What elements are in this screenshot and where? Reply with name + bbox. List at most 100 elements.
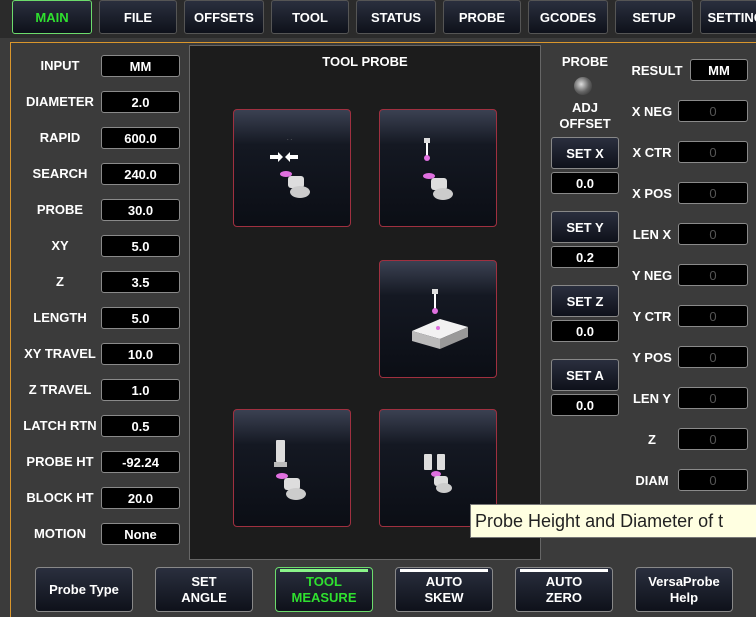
- param-label-probe-ht: PROBE HT: [26, 454, 94, 469]
- probe-block-height-button[interactable]: [379, 260, 497, 378]
- tool-measure-label-2: MEASURE: [291, 589, 357, 605]
- result-x-pos-field: 0: [678, 182, 748, 204]
- result-label-y-pos: Y POS: [632, 350, 672, 365]
- tab-setup[interactable]: SETUP: [615, 0, 693, 34]
- set-z-value[interactable]: 0.0: [551, 320, 619, 342]
- result-label-x-pos: X POS: [632, 186, 672, 201]
- tool-measure-button[interactable]: TOOL MEASURE: [275, 567, 373, 612]
- set-x-value[interactable]: 0.0: [551, 172, 619, 194]
- tab-settings[interactable]: SETTINGS: [700, 0, 756, 34]
- result-unit-field[interactable]: MM: [690, 59, 748, 81]
- set-z-button[interactable]: SET Z: [551, 285, 619, 317]
- result-label-y-ctr: Y CTR: [632, 309, 672, 324]
- tab-status[interactable]: STATUS: [356, 0, 436, 34]
- set-angle-label-2: ANGLE: [181, 589, 227, 605]
- tab-file[interactable]: FILE: [99, 0, 177, 34]
- auto-zero-indicator: [520, 569, 608, 572]
- param-label-z-travel: Z TRAVEL: [28, 382, 92, 397]
- probe-type-label: Probe Type: [49, 581, 119, 597]
- set-x-button[interactable]: SET X: [551, 137, 619, 169]
- auto-skew-label-2: SKEW: [424, 589, 464, 605]
- probe-type-button[interactable]: Probe Type: [35, 567, 133, 612]
- result-x-ctr-field: 0: [678, 141, 748, 163]
- result-diam-field: 0: [678, 469, 748, 491]
- tab-tool[interactable]: TOOL: [271, 0, 349, 34]
- result-len-y-field: 0: [678, 387, 748, 409]
- param-label-input: INPUT: [40, 58, 80, 73]
- param-label-probe: PROBE: [36, 202, 84, 217]
- probe-led-label: PROBE: [561, 54, 609, 69]
- param-input-field[interactable]: MM: [101, 55, 180, 77]
- result-y-neg-field: 0: [678, 264, 748, 286]
- probe-tool-diameter-button[interactable]: . .: [233, 109, 351, 227]
- auto-skew-indicator: [400, 569, 488, 572]
- param-latch-rtn-field[interactable]: 0.5: [101, 415, 180, 437]
- svg-text:. .: . .: [287, 136, 292, 142]
- result-z-field: 0: [678, 428, 748, 450]
- param-label-latch-rtn: LATCH RTN: [23, 418, 97, 433]
- auto-skew-label-1: AUTO: [425, 573, 463, 589]
- param-rapid-field[interactable]: 600.0: [101, 127, 180, 149]
- result-y-pos-field: 0: [678, 346, 748, 368]
- adj-offset-label-1: ADJ: [571, 100, 598, 115]
- result-label-len-x: LEN X: [632, 227, 672, 242]
- auto-skew-button[interactable]: AUTO SKEW: [395, 567, 493, 612]
- versaprobe-help-label-2: Help: [669, 589, 699, 605]
- tab-main[interactable]: MAIN: [12, 0, 92, 34]
- set-a-button[interactable]: SET A: [551, 359, 619, 391]
- param-diameter-field[interactable]: 2.0: [101, 91, 180, 113]
- param-z-field[interactable]: 3.5: [101, 271, 180, 293]
- param-block-ht-field[interactable]: 20.0: [101, 487, 180, 509]
- set-angle-button[interactable]: SET ANGLE: [155, 567, 253, 612]
- tool-probe-title: TOOL PROBE: [322, 54, 408, 69]
- set-a-value[interactable]: 0.0: [551, 394, 619, 416]
- probe-setter-icon: [274, 440, 306, 500]
- tab-probe[interactable]: PROBE: [443, 0, 521, 34]
- set-y-button[interactable]: SET Y: [551, 211, 619, 243]
- probe-status-led: [574, 77, 592, 95]
- param-probe-ht-field[interactable]: -92.24: [101, 451, 180, 473]
- tool-measure-label-1: TOOL: [306, 573, 342, 589]
- param-z-travel-field[interactable]: 1.0: [101, 379, 180, 401]
- tool-probe-panel: TOOL PROBE . .: [189, 45, 541, 560]
- probe-diameter-icon: . .: [270, 136, 310, 198]
- result-label-len-y: LEN Y: [632, 391, 672, 406]
- probe-tool-length-button[interactable]: [379, 109, 497, 227]
- tab-offsets[interactable]: OFFSETS: [184, 0, 264, 34]
- param-label-rapid: RAPID: [39, 130, 81, 145]
- result-x-neg-field: 0: [678, 100, 748, 122]
- auto-zero-button[interactable]: AUTO ZERO: [515, 567, 613, 612]
- param-xy-travel-field[interactable]: 10.0: [101, 343, 180, 365]
- tooltip: Probe Height and Diameter of t: [470, 504, 756, 538]
- result-label: RESULT: [631, 63, 683, 78]
- param-length-field[interactable]: 5.0: [101, 307, 180, 329]
- param-motion-field[interactable]: None: [101, 523, 180, 545]
- set-y-value[interactable]: 0.2: [551, 246, 619, 268]
- param-label-search: SEARCH: [32, 166, 88, 181]
- auto-zero-label-1: AUTO: [545, 573, 583, 589]
- param-label-length: LENGTH: [33, 310, 87, 325]
- param-xy-field[interactable]: 5.0: [101, 235, 180, 257]
- top-tab-bar: MAIN FILE OFFSETS TOOL STATUS PROBE GCOD…: [0, 0, 756, 38]
- param-probe-field[interactable]: 30.0: [101, 199, 180, 221]
- tab-gcodes[interactable]: GCODES: [528, 0, 608, 34]
- result-label-z: Z: [648, 432, 656, 447]
- param-label-diameter: DIAMETER: [26, 94, 94, 109]
- versaprobe-help-button[interactable]: VersaProbe Help: [635, 567, 733, 612]
- probe-length-icon: [423, 138, 453, 200]
- probe-tool-setter-button[interactable]: [233, 409, 351, 527]
- probe-block-icon: [412, 289, 468, 349]
- adj-offset-label-2: OFFSET: [559, 116, 611, 131]
- param-label-motion: MOTION: [34, 526, 86, 541]
- result-y-ctr-field: 0: [678, 305, 748, 327]
- result-label-y-neg: Y NEG: [631, 268, 673, 283]
- param-label-z: Z: [56, 274, 64, 289]
- tool-measure-indicator: [280, 569, 368, 572]
- param-search-field[interactable]: 240.0: [101, 163, 180, 185]
- set-angle-label-1: SET: [191, 573, 217, 589]
- result-label-x-ctr: X CTR: [632, 145, 672, 160]
- result-label-x-neg: X NEG: [631, 104, 673, 119]
- result-len-x-field: 0: [678, 223, 748, 245]
- auto-zero-label-2: ZERO: [545, 589, 583, 605]
- result-label-diam: DIAM: [635, 473, 669, 488]
